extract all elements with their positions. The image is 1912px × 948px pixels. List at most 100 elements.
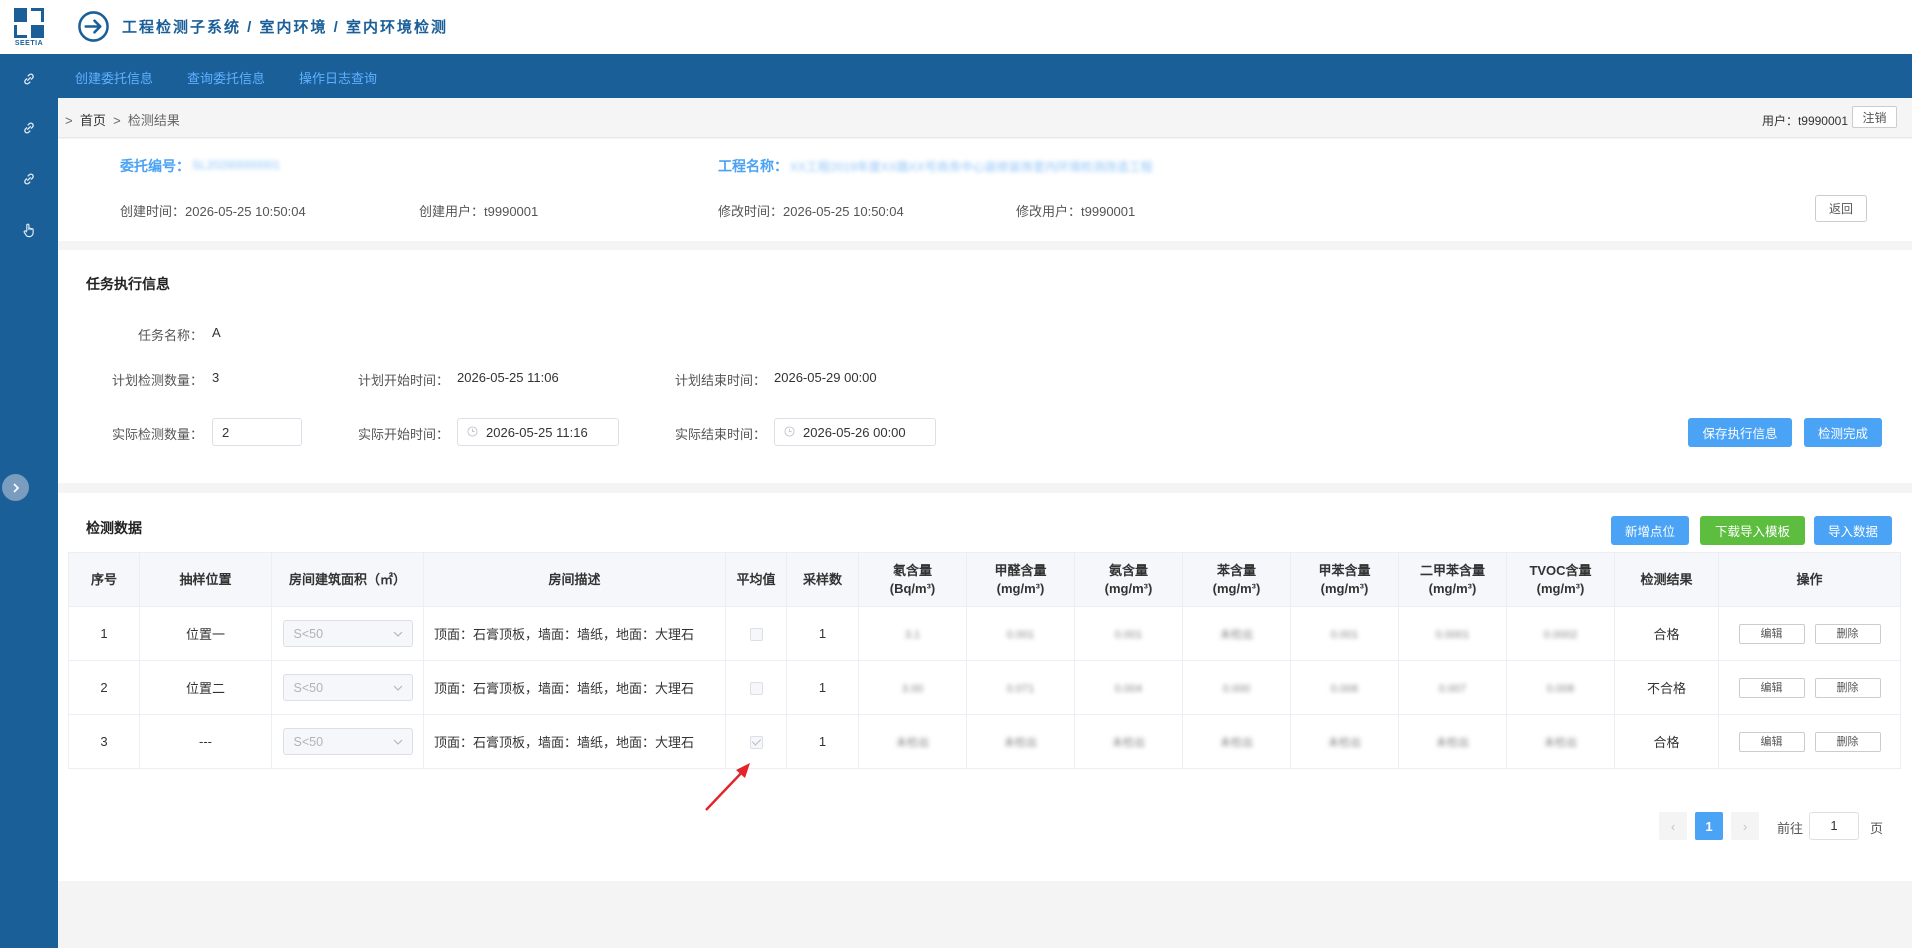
average-checkbox[interactable] [749, 682, 763, 696]
top-nav: 创建委托信息 查询委托信息 操作日志查询 [58, 54, 1912, 98]
pager-page-1[interactable]: 1 [1695, 812, 1723, 840]
edit-button[interactable]: 编辑 [1738, 623, 1805, 644]
cell-xylene: 0.0001 [1435, 629, 1470, 641]
nav-operation-log[interactable]: 操作日志查询 [299, 68, 377, 87]
entrust-no-value: SL20260000001 [192, 158, 281, 172]
column-header: 操作 [1718, 552, 1901, 607]
cell-no: 1 [68, 606, 140, 661]
import-data-button[interactable]: 导入数据 [1814, 516, 1892, 545]
page-breadcrumb-title: 工程检测子系统 / 室内环境 / 室内环境检测 [122, 19, 449, 36]
finish-detection-button[interactable]: 检测完成 [1804, 418, 1882, 447]
breadcrumb-home[interactable]: 首页 [80, 113, 106, 128]
add-point-button[interactable]: 新增点位 [1611, 516, 1689, 545]
pager-goto-input[interactable]: 1 [1809, 812, 1859, 840]
actual-count-label: 实际检测数量： [112, 427, 204, 442]
chevron-down-icon [393, 685, 402, 691]
created-time-label: 创建时间： [120, 204, 186, 219]
sidebar-expand-button[interactable] [2, 474, 29, 501]
column-header: 序号 [68, 552, 140, 607]
actual-start-datepicker[interactable]: 2026-05-25 11:16 [457, 418, 619, 446]
plan-start-label: 计划开始时间： [358, 373, 450, 388]
link-icon[interactable] [19, 118, 39, 138]
cell-room-desc: 顶面：石膏顶板，墙面：墙纸，地面：大理石 [423, 714, 726, 769]
current-user: 用户：t9990001 [1761, 114, 1848, 128]
area-select[interactable]: S<50 [282, 728, 413, 755]
cell-toluene: 0.001 [1330, 629, 1359, 641]
download-template-button[interactable]: 下载导入模板 [1700, 516, 1805, 545]
save-execution-button[interactable]: 保存执行信息 [1688, 418, 1792, 447]
annotation-arrow-icon [705, 763, 750, 811]
cell-ammonia: 0.004 [1114, 683, 1143, 695]
modified-user-label: 修改用户： [1016, 204, 1082, 219]
cell-xylene: 未检出 [1436, 736, 1469, 749]
pager-next-button[interactable]: › [1731, 812, 1759, 840]
chevron-down-icon [393, 739, 402, 745]
cell-room-desc: 顶面：石膏顶板，墙面：墙纸，地面：大理石 [423, 606, 726, 661]
area-select[interactable]: S<50 [282, 674, 413, 701]
created-user-value: t9990001 [484, 204, 539, 219]
cell-benzene: 未检出 [1220, 736, 1253, 749]
delete-button[interactable]: 删除 [1814, 623, 1881, 644]
area-select[interactable]: S<50 [282, 620, 413, 647]
cell-formaldehyde: 0.001 [1006, 629, 1035, 641]
column-header: 氡含量 (Bq/m³) [858, 552, 967, 607]
nav-query-entrust[interactable]: 查询委托信息 [187, 68, 265, 87]
column-header: 氨含量 (mg/m³) [1074, 552, 1183, 607]
column-header: 苯含量 (mg/m³) [1182, 552, 1291, 607]
nav-create-entrust[interactable]: 创建委托信息 [75, 68, 153, 87]
clock-icon [784, 425, 795, 440]
plan-count-label: 计划检测数量： [112, 373, 204, 388]
area-select-value: S<50 [293, 626, 324, 641]
app-header: 工程检测子系统 / 室内环境 / 室内环境检测 [58, 0, 1912, 54]
hand-pointer-icon[interactable] [19, 220, 39, 240]
logo: SEETIA [0, 0, 58, 54]
plan-count-value: 3 [212, 370, 220, 385]
actual-start-label: 实际开始时间： [358, 427, 450, 442]
cell-benzene: 0.000 [1222, 683, 1251, 695]
actual-start-value: 2026-05-25 11:16 [486, 424, 588, 440]
column-header: 甲苯含量 (mg/m³) [1290, 552, 1399, 607]
cell-tvoc: 0.008 [1546, 683, 1575, 695]
cell-benzene: 未检出 [1220, 628, 1253, 641]
created-user-label: 创建用户： [419, 204, 485, 219]
link-icon[interactable] [19, 169, 39, 189]
link-icon[interactable] [19, 69, 39, 89]
delete-button[interactable]: 删除 [1814, 677, 1881, 698]
table-row: 2 位置二 S<50 顶面：石膏顶板，墙面：墙纸，地面：大理石 1 3.00 0… [68, 660, 1901, 715]
cell-position: --- [139, 714, 272, 769]
column-header: 房间描述 [423, 552, 726, 607]
table-row: 1 位置一 S<50 顶面：石膏顶板，墙面：墙纸，地面：大理石 1 3.1 0.… [68, 606, 1901, 661]
task-name-value: A [212, 325, 221, 340]
cell-toluene: 未检出 [1328, 736, 1361, 749]
cell-ammonia: 0.001 [1114, 629, 1143, 641]
modified-time-label: 修改时间： [718, 204, 784, 219]
cell-result: 不合格 [1614, 660, 1719, 715]
plan-end-value: 2026-05-29 00:00 [774, 370, 877, 385]
cell-result: 合格 [1614, 606, 1719, 661]
pager-prev-button[interactable]: ‹ [1659, 812, 1687, 840]
column-header: 检测结果 [1614, 552, 1719, 607]
detection-data-panel: 检测数据 新增点位 下载导入模板 导入数据 序号 抽样位置 房间建筑面积（㎡） … [58, 493, 1912, 881]
back-button[interactable]: 返回 [1815, 195, 1867, 222]
pager-goto-label: 前往 [1777, 821, 1804, 836]
column-header: 房间建筑面积（㎡） [271, 552, 424, 607]
plan-end-label: 计划结束时间： [675, 373, 767, 388]
actual-end-datepicker[interactable]: 2026-05-26 00:00 [774, 418, 936, 446]
edit-button[interactable]: 编辑 [1738, 731, 1805, 752]
left-sidebar: SEETIA [0, 0, 58, 948]
edit-button[interactable]: 编辑 [1738, 677, 1805, 698]
column-header: TVOC含量 (mg/m³) [1506, 552, 1615, 607]
project-name-label: 工程名称： [718, 158, 788, 174]
breadcrumb-separator: > [113, 113, 121, 128]
delete-button[interactable]: 删除 [1814, 731, 1881, 752]
cell-samples: 1 [786, 606, 859, 661]
plan-start-value: 2026-05-25 11:06 [457, 370, 559, 385]
task-name-label: 任务名称： [138, 328, 204, 343]
area-select-value: S<50 [293, 680, 324, 695]
actual-count-input[interactable]: 2 [212, 418, 302, 446]
logout-button[interactable]: 注销 [1852, 106, 1897, 128]
detection-section-title: 检测数据 [86, 520, 142, 536]
arrow-right-circle-icon[interactable] [77, 10, 110, 43]
breadcrumb-current: 检测结果 [127, 113, 180, 128]
average-checkbox[interactable] [749, 628, 763, 642]
